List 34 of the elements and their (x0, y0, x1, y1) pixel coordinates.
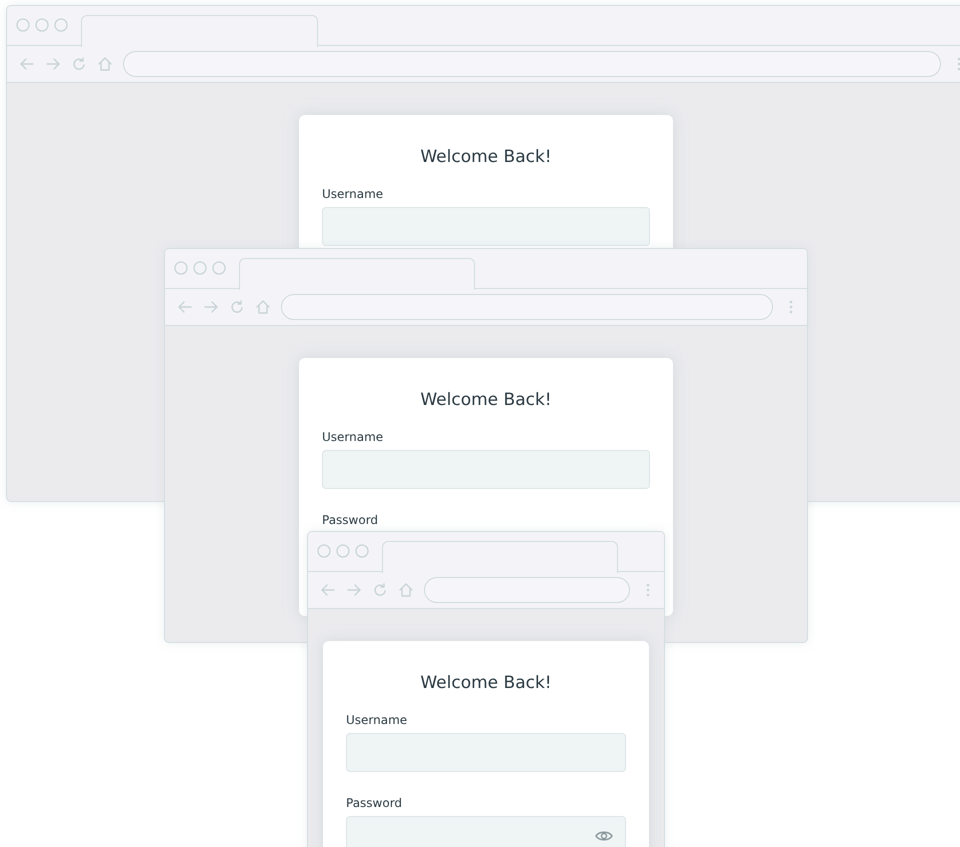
more-menu-icon[interactable] (957, 57, 960, 71)
back-arrow-icon[interactable] (19, 56, 35, 72)
username-field[interactable] (322, 207, 650, 246)
field-label: Password (346, 796, 404, 810)
home-icon[interactable] (255, 299, 271, 315)
password-field[interactable] (346, 816, 626, 847)
browser-tab[interactable] (81, 14, 318, 46)
address-bar[interactable] (123, 51, 941, 77)
browser-tab[interactable] (382, 540, 618, 572)
eye-icon[interactable] (595, 830, 613, 842)
home-icon[interactable] (398, 582, 414, 598)
field-label: Username (346, 713, 408, 727)
back-arrow-icon[interactable] (177, 299, 193, 315)
field-label: Username (322, 187, 384, 201)
refresh-icon[interactable] (71, 56, 87, 72)
card-title: Welcome Back! (419, 147, 553, 167)
refresh-icon[interactable] (229, 299, 245, 315)
browser-tab[interactable] (239, 258, 475, 290)
field-label: Password (322, 513, 380, 527)
back-arrow-icon[interactable] (320, 582, 336, 598)
forward-arrow-icon[interactable] (203, 299, 219, 315)
forward-arrow-icon[interactable] (346, 582, 362, 598)
forward-arrow-icon[interactable] (45, 56, 61, 72)
card-title: Welcome Back! (419, 390, 553, 410)
more-menu-icon[interactable] (789, 300, 793, 314)
address-bar[interactable] (281, 294, 773, 320)
refresh-icon[interactable] (372, 582, 388, 598)
home-icon[interactable] (97, 56, 113, 72)
card-title: Welcome Back! (419, 673, 553, 693)
username-field[interactable] (346, 733, 626, 772)
more-menu-icon[interactable] (646, 583, 650, 597)
address-bar[interactable] (424, 577, 630, 603)
username-field[interactable] (322, 450, 650, 489)
field-label: Username (322, 430, 384, 444)
